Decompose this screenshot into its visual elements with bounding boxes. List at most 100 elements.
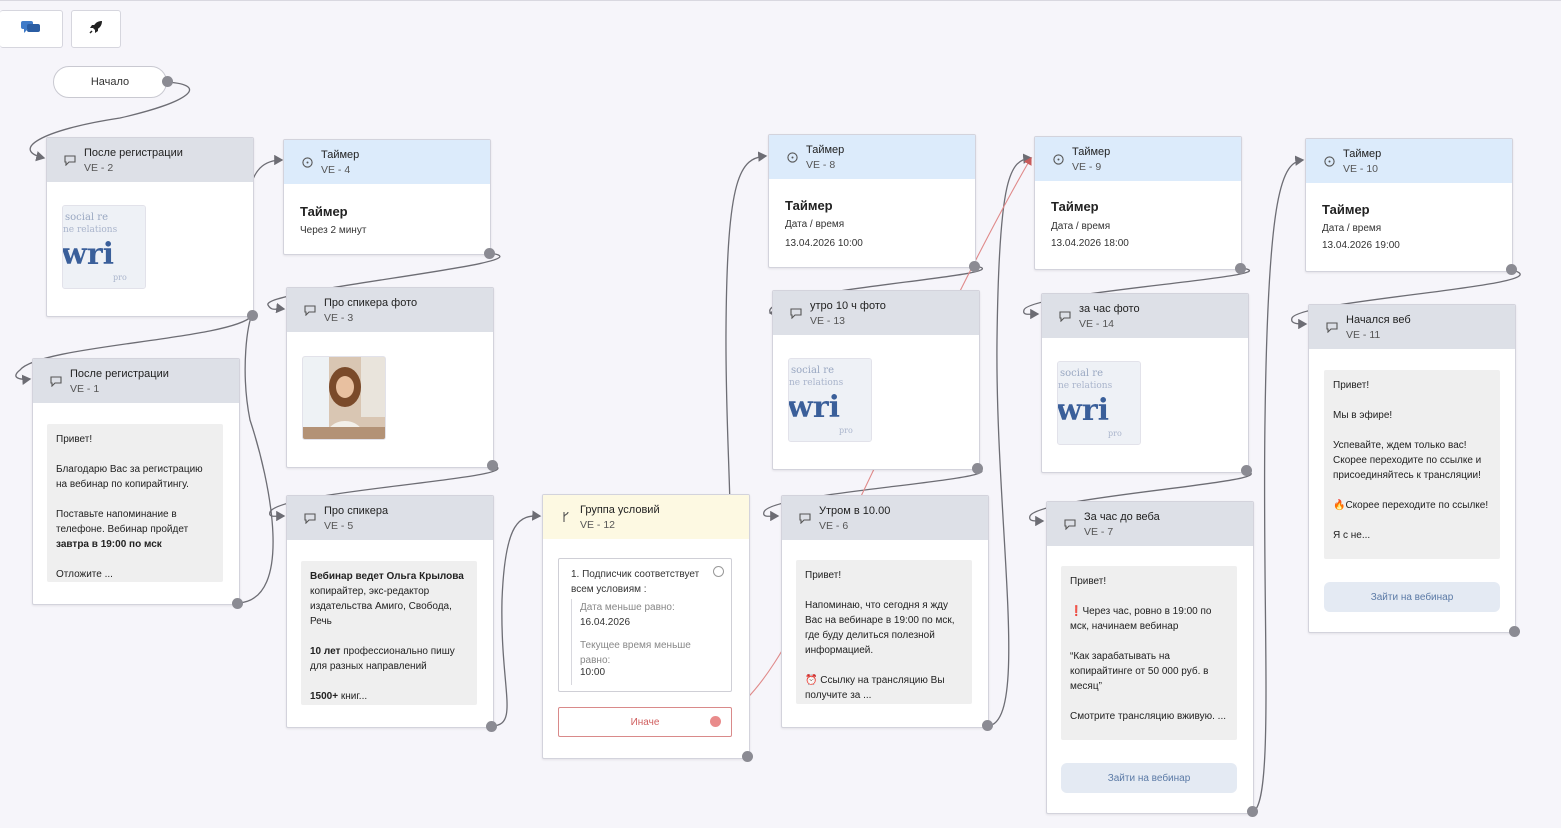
node-id: VE - 14 xyxy=(1079,318,1115,330)
condition-divider xyxy=(571,599,572,685)
ve12-output-port[interactable] xyxy=(742,751,753,762)
node-ve6[interactable]: Утром в 10.00 VE - 6 Привет! Напоминаю, … xyxy=(781,495,989,728)
svg-text:wri: wri xyxy=(789,390,840,425)
message-text: книг... xyxy=(340,691,368,702)
ve8-output-port[interactable] xyxy=(969,261,980,272)
clock-icon xyxy=(300,155,314,169)
message-line: Поставьте напоминание в телефоне. Вебина… xyxy=(56,507,214,552)
node-ve11[interactable]: Начался веб VE - 11 Привет! Мы в эфире! … xyxy=(1308,304,1516,633)
rocket-icon xyxy=(88,19,104,40)
node-ve14[interactable]: за час фото VE - 14 social re ne relation… xyxy=(1041,293,1249,473)
node-header: за час фото VE - 14 xyxy=(1042,294,1248,338)
ve4-output-port[interactable] xyxy=(484,248,495,259)
message-line: Благодарю Вас за регистрацию на вебинар … xyxy=(56,464,203,490)
message-line: Напоминаю, что сегодня я жду Вас на веби… xyxy=(805,600,955,656)
chat-toolbar-button[interactable] xyxy=(0,10,63,48)
ve5-output-port[interactable] xyxy=(486,721,497,732)
condition-rule[interactable]: 1. Подписчик соответствует всем условиям… xyxy=(558,558,732,692)
node-header: утро 10 ч фото VE - 13 xyxy=(773,291,979,335)
message-line: ❗Через час, ровно в 19:00 по мск, начина… xyxy=(1070,606,1212,632)
node-ve1[interactable]: После регистрации VE - 1 Привет! Благода… xyxy=(32,358,240,605)
timer-heading: Таймер xyxy=(1051,199,1099,214)
join-webinar-button[interactable]: Зайти на вебинар xyxy=(1061,763,1237,793)
node-id: VE - 5 xyxy=(324,520,354,532)
svg-text:wri: wri xyxy=(63,237,114,272)
condition-rule-output-port[interactable] xyxy=(713,566,724,577)
condition-2-value: 10:00 xyxy=(580,667,606,678)
else-output-port[interactable] xyxy=(710,716,721,727)
message-line: Мы в эфире! xyxy=(1333,410,1393,421)
message-text: Поставьте напоминание в телефоне. Вебина… xyxy=(56,509,189,535)
chat-bubble-icon xyxy=(789,306,803,320)
message-bold: Вебинар ведет Ольга Крылова xyxy=(310,571,464,582)
chat-bubble-icon xyxy=(303,303,317,317)
message-line: ⏰ Ссылку на трансляцию Вы получите за ..… xyxy=(805,675,945,701)
svg-text:pro: pro xyxy=(839,426,853,435)
ve10-output-port[interactable] xyxy=(1506,264,1517,275)
ve3-output-port[interactable] xyxy=(487,460,498,471)
timer-detail-label: Дата / время xyxy=(785,219,845,230)
svg-text:wri: wri xyxy=(1058,393,1109,428)
node-header: После регистрации VE - 1 xyxy=(33,359,239,403)
message-preview: Привет! Благодарю Вас за регистрацию на … xyxy=(47,424,223,582)
node-id: VE - 2 xyxy=(84,162,114,174)
writing-text-thumbnail: social re ne relations wri pro xyxy=(788,358,872,442)
chat-bubble-icon xyxy=(63,153,77,167)
ve11-output-port[interactable] xyxy=(1509,626,1520,637)
node-id: VE - 11 xyxy=(1346,329,1381,341)
node-ve4[interactable]: Таймер VE - 4 Таймер Через 2 минут xyxy=(283,139,491,255)
node-ve10[interactable]: Таймер VE - 10 Таймер Дата / время 13.04… xyxy=(1305,138,1513,272)
chat-bubbles-icon xyxy=(21,19,41,40)
message-line: Привет! xyxy=(1333,380,1370,391)
branch-icon xyxy=(559,510,573,524)
link-ve7-to-ve10 xyxy=(1251,155,1305,813)
node-id: VE - 7 xyxy=(1084,526,1114,538)
node-title: Таймер xyxy=(321,149,360,161)
launch-toolbar-button[interactable] xyxy=(71,10,121,48)
message-preview: Привет! Напоминаю, что сегодня я жду Вас… xyxy=(796,560,972,704)
timer-detail-value: 13.04.2026 18:00 xyxy=(1051,238,1129,249)
ve6-output-port[interactable] xyxy=(982,720,993,731)
ve2-output-port[interactable] xyxy=(247,310,258,321)
node-ve5[interactable]: Про спикера VE - 5 Вебинар ведет Ольга К… xyxy=(286,495,494,728)
message-line: Отложите ... xyxy=(56,569,113,580)
node-title: После регистрации xyxy=(84,147,183,159)
chat-bubble-icon xyxy=(1058,309,1072,323)
node-header: Таймер VE - 8 xyxy=(769,135,975,179)
svg-text:social re: social re xyxy=(1060,368,1103,379)
speaker-photo-thumbnail xyxy=(302,356,386,440)
node-ve9[interactable]: Таймер VE - 9 Таймер Дата / время 13.04.… xyxy=(1034,136,1242,270)
node-ve7[interactable]: За час до веба VE - 7 Привет! ❗Через час… xyxy=(1046,501,1254,814)
node-ve8[interactable]: Таймер VE - 8 Таймер Дата / время 13.04.… xyxy=(768,134,976,268)
node-ve3[interactable]: Про спикера фото VE - 3 xyxy=(286,287,494,468)
ve14-output-port[interactable] xyxy=(1241,465,1252,476)
start-node-label: Начало xyxy=(90,76,130,88)
message-bold: 1500+ xyxy=(310,691,339,702)
node-title: Таймер xyxy=(1072,146,1111,158)
top-divider xyxy=(0,0,1561,1)
node-header: Группа условий VE - 12 xyxy=(543,495,749,539)
ve9-output-port[interactable] xyxy=(1235,263,1246,274)
timer-detail-label: Дата / время xyxy=(1051,221,1111,232)
join-webinar-button[interactable]: Зайти на вебинар xyxy=(1324,582,1500,612)
else-branch-label: Иначе xyxy=(630,716,660,728)
chat-bubble-icon xyxy=(1063,517,1077,531)
node-header: Начался веб VE - 11 xyxy=(1309,305,1515,349)
link-ve5-to-ve12 xyxy=(491,510,542,727)
condition-1-label: Дата меньше равно: xyxy=(580,602,675,613)
start-node[interactable]: Начало xyxy=(53,66,167,98)
node-ve2[interactable]: После регистрации VE - 2 social re ne rel… xyxy=(46,137,254,317)
writing-text-thumbnail: social re ne relations wri pro xyxy=(62,205,146,289)
start-node-output-port[interactable] xyxy=(162,76,173,87)
ve13-output-port[interactable] xyxy=(972,463,983,474)
node-title: Про спикера xyxy=(324,505,389,517)
else-branch[interactable]: Иначе xyxy=(558,707,732,737)
node-title: Таймер xyxy=(806,144,845,156)
message-line: Я с не... xyxy=(1333,530,1371,541)
svg-text:social re: social re xyxy=(65,212,108,223)
ve1-output-port[interactable] xyxy=(232,598,243,609)
node-title: После регистрации xyxy=(70,368,169,380)
ve7-output-port[interactable] xyxy=(1247,806,1258,817)
timer-detail: Через 2 минут xyxy=(300,225,367,236)
node-ve13[interactable]: утро 10 ч фото VE - 13 social re ne relat… xyxy=(772,290,980,470)
